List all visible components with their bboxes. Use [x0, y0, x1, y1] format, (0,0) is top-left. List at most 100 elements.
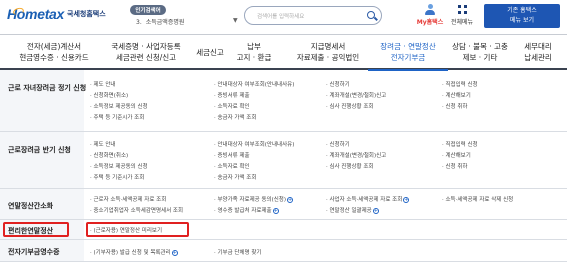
submenu-link[interactable]: · 소득정보 제공동의 신청 — [90, 162, 148, 170]
popular-search-term-text: 소득금액증명원 — [145, 19, 185, 26]
nav-label-line1: 상담 · 불복 · 고충 — [452, 42, 508, 51]
submenu-link-text: 심사 진행상황 조회 — [329, 164, 374, 170]
submenu-link[interactable]: · 신청화면(취소) — [90, 151, 128, 159]
submenu-link-text: 신청화면(취소) — [93, 93, 129, 99]
submenu-link[interactable]: · 주택 등 기준시가 조회 — [90, 113, 144, 121]
nav-item-einvoice[interactable]: 전자(세금)계산서 현금영수증 · 신용카드 — [8, 41, 100, 63]
submenu-link-text: 계산해보기 — [445, 153, 471, 159]
submenu-row-yearend-simplified: 연말정산간소화 · 근로자 소득·세액공제 자료 조회 · 중소기업취업자 소득… — [0, 189, 567, 220]
nav-item-certificates[interactable]: 국세증명 · 사업자등록 세금관련 신청/신고 — [100, 41, 192, 63]
submenu-link[interactable]: · 근로자 소득·세액공제 자료 조회 — [90, 195, 166, 203]
row-title[interactable]: 전자기부금영수증 — [8, 247, 60, 257]
submenu-link-text: 제도 안내 — [93, 142, 116, 148]
submenu-link-text: 기부금 단체명 찾기 — [217, 250, 262, 256]
submenu-link[interactable]: · 소득자료 확인 — [214, 102, 250, 110]
submenu-link[interactable]: · 제도 안내 — [90, 80, 116, 88]
submenu-link-text: 사업자 소득·세액공제 자료 조회 — [329, 197, 403, 203]
submenu-link-text: 제도 안내 — [93, 82, 116, 88]
nav-item-tax-agent[interactable]: 세무대리 납세관리 — [516, 41, 560, 63]
submenu-link[interactable]: · 주택 등 기준시가 조회 — [90, 173, 144, 181]
nav-label-line2: 전자기부금 — [390, 53, 426, 62]
legacy-menu-line1: 기존 홈택스 — [507, 7, 537, 14]
submenu-link-text: 연말정산 일괄제공 — [329, 208, 372, 214]
nav-label-line1: 지급명세서 — [310, 42, 346, 51]
nav-label-line1: 전자(세금)계산서 — [26, 42, 82, 51]
submenu-link[interactable]: · 계산해보기 — [442, 91, 471, 99]
submenu-link[interactable]: · 사업자 소득·세액공제 자료 조회 + — [326, 195, 410, 203]
nav-label-line1: 납부 — [247, 42, 261, 51]
submenu-link-text: 증빙서류 제출 — [217, 93, 250, 99]
submenu-link[interactable]: · 계산해보기 — [442, 151, 471, 159]
my-hometax-label: My홈택스 — [416, 19, 444, 26]
submenu-link-text: 신청 취하 — [445, 164, 468, 170]
legacy-menu-button[interactable]: 기존 홈택스 메뉴 보기 — [484, 4, 560, 28]
nav-item-tax-filing[interactable]: 세금신고 — [188, 47, 232, 58]
submenu-link[interactable]: · 심사 진행상황 조회 — [326, 162, 373, 170]
submenu-link[interactable]: · 신청 취하 — [442, 162, 468, 170]
submenu-link[interactable]: · 안내대상자 여부조회(안내내사유) — [214, 80, 294, 88]
submenu-link[interactable]: · (기부자용) 발급 신청 및 목록관리 + — [90, 248, 178, 256]
nav-label-line1: 세무대리 — [524, 42, 552, 51]
nav-item-consulting[interactable]: 상담 · 불복 · 고충 제보 · 기타 — [448, 41, 512, 63]
row-title[interactable]: 근로장려금 반기 신청 — [8, 145, 71, 155]
submenu-link[interactable]: · 직접입력 신청 — [442, 140, 478, 148]
submenu-link[interactable]: · 소득정보 제공동의 신청 — [90, 102, 148, 110]
nav-item-incentive-yearend[interactable]: 장려금 · 연말정산 전자기부금 — [368, 41, 448, 71]
submenu-link[interactable]: · 부양가족 자료제공 동의(신청) + — [214, 195, 294, 203]
submenu-link-text: 직접입력 신청 — [445, 142, 478, 148]
nav-item-payment-statement[interactable]: 지급명세서 자료제출 · 공익법인 — [290, 41, 366, 63]
submenu-link[interactable]: · 연말정산 일괄제공 + — [326, 206, 379, 214]
submenu-link[interactable]: · 신청화면(취소) — [90, 91, 128, 99]
submenu-link[interactable]: · 신청하기 — [326, 140, 350, 148]
submenu-link[interactable]: · 신청하기 — [326, 80, 350, 88]
submenu-link[interactable]: · 계좌개설(변경/철회)신고 — [326, 151, 386, 159]
submenu-link-text: 심사 진행상황 조회 — [329, 104, 374, 110]
row-title[interactable]: 연말정산간소화 — [8, 201, 53, 211]
submenu-link[interactable]: · 증빙서류 제출 — [214, 91, 250, 99]
submenu-link-text: 신청하기 — [329, 142, 350, 148]
submenu-link[interactable]: · 제도 안내 — [90, 140, 116, 148]
legacy-menu-line2: 메뉴 보기 — [510, 17, 534, 24]
submenu-link-text: 송금자 가액 조회 — [217, 175, 257, 181]
my-hometax-button[interactable]: My홈택스 — [415, 4, 445, 26]
submenu-link-text: 부양가족 자료제공 동의(신청) — [217, 197, 287, 203]
submenu-link[interactable]: · 송금자 가액 조회 — [214, 173, 256, 181]
popular-search-dropdown-icon[interactable]: ▼ — [233, 17, 238, 24]
submenu-link[interactable]: · 신청 취하 — [442, 102, 468, 110]
nav-label-line1: 장려금 · 연말정산 — [380, 42, 436, 51]
submenu-link-text: 소득정보 제공동의 신청 — [93, 104, 148, 110]
submenu-link-text: 계좌개설(변경/철회)신고 — [329, 153, 387, 159]
submenu-link-text: 안내대상자 여부조회(안내내사유) — [217, 82, 295, 88]
nav-item-payment[interactable]: 납부 고지 · 환급 — [232, 41, 276, 63]
submenu-link[interactable]: · 기부금 단체명 찾기 — [214, 248, 261, 256]
top-bar: Hometax 국세청홈택스 인기검색어 3. 소득금액증명원 ▼ 검색어를 입력… — [0, 0, 567, 34]
submenu-link[interactable]: · 증빙서류 제출 — [214, 151, 250, 159]
nav-label-line1: 국세증명 · 사업자등록 — [111, 42, 181, 51]
hometax-logo[interactable]: Hometax 국세청홈택스 — [7, 6, 106, 22]
submenu-link-text: (기부자용) 발급 신청 및 목록관리 — [93, 250, 171, 256]
submenu-link[interactable]: · 계좌개설(변경/철회)신고 — [326, 91, 386, 99]
submenu-link-text: 신청 취하 — [445, 104, 468, 110]
nav-label-line2: 고지 · 환급 — [236, 53, 272, 62]
search-input[interactable]: 검색어를 입력하세요 — [244, 6, 382, 25]
submenu-link[interactable]: · 중소기업취업자 소득세감면명세서 조회 — [90, 206, 183, 214]
submenu-row-semiannual-incentive: 근로장려금 반기 신청 · 제도 안내 · 신청화면(취소) · 소득정보 제공… — [0, 132, 567, 189]
submenu-row-regular-incentive: 근로 자녀장려금 정기 신청 · 제도 안내 · 신청화면(취소) · 소득정보… — [0, 70, 567, 132]
nav-label-line2: 자료제출 · 공익법인 — [296, 53, 360, 62]
submenu-link-text: 신청화면(취소) — [93, 153, 129, 159]
popular-search-term[interactable]: 3. 소득금액증명원 — [136, 17, 184, 26]
submenu-link[interactable]: · 영수증 발급처 자료제출 + — [214, 206, 279, 214]
all-menu-button[interactable]: 전체메뉴 — [448, 4, 476, 26]
row-title[interactable]: 근로 자녀장려금 정기 신청 — [8, 83, 86, 93]
search-icon[interactable] — [367, 11, 375, 19]
submenu-link[interactable]: · 소득·세액공제 자료 삭제 신청 — [442, 195, 513, 203]
submenu-link[interactable]: · 송금자 가액 조회 — [214, 113, 256, 121]
submenu-link-text: 직접입력 신청 — [445, 82, 478, 88]
submenu-link[interactable]: · 심사 진행상황 조회 — [326, 102, 373, 110]
submenu-link-text: 중소기업취업자 소득세감면명세서 조회 — [93, 208, 184, 214]
plus-icon: + — [287, 196, 294, 203]
submenu-link[interactable]: · 소득자료 확인 — [214, 162, 250, 170]
submenu-link[interactable]: · 안내대상자 여부조회(안내내사유) — [214, 140, 294, 148]
submenu-link[interactable]: · 직접입력 신청 — [442, 80, 478, 88]
nav-label-line1: 세금신고 — [196, 48, 224, 57]
